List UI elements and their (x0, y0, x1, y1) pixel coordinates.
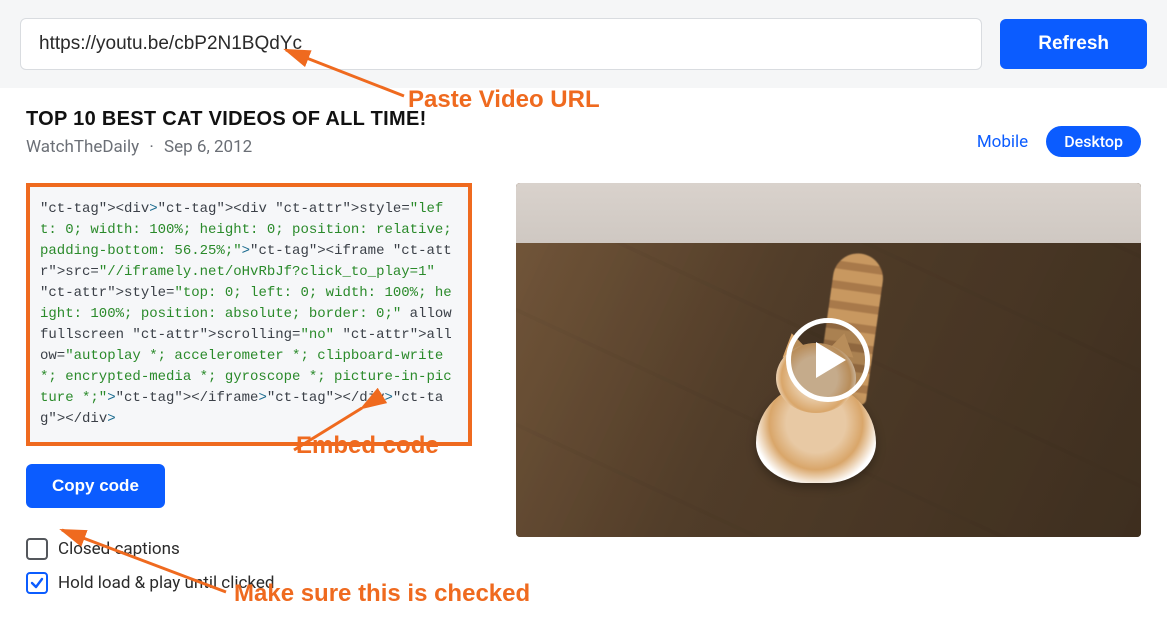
annotation-paste-url: Paste Video URL (408, 86, 600, 114)
annotation-embed-code: Embed code (296, 432, 439, 460)
annotation-make-sure: Make sure this is checked (234, 580, 530, 608)
